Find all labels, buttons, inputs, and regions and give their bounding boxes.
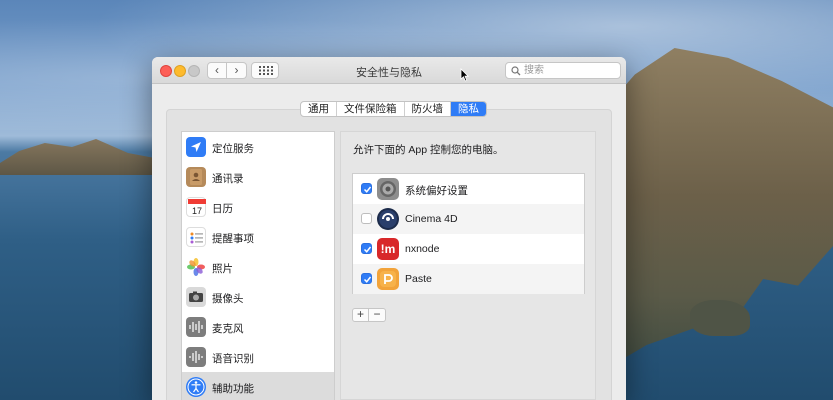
sidebar-item-microphone[interactable]: 麦克风: [182, 312, 334, 342]
app-checkbox[interactable]: [361, 243, 372, 254]
app-row-paste[interactable]: Paste: [353, 264, 584, 294]
sidebar-item-label: 辅助功能: [212, 383, 254, 395]
add-remove-buttons: + −: [352, 308, 386, 322]
app-row-system-preferences[interactable]: 系统偏好设置: [353, 174, 584, 204]
checkmark-icon: [363, 246, 372, 253]
sidebar-item-label: 摄像头: [212, 293, 244, 305]
checkmark-icon: [363, 276, 372, 283]
sidebar-item-speech-recognition[interactable]: 语音识别: [182, 342, 334, 372]
remove-app-button[interactable]: −: [369, 308, 386, 322]
app-name: Paste: [405, 273, 432, 285]
app-checkbox[interactable]: [361, 273, 372, 284]
mouse-pointer-icon: [460, 68, 469, 82]
tab-firewall[interactable]: 防火墙: [405, 102, 451, 116]
app-name: Cinema 4D: [405, 213, 458, 225]
tab-general[interactable]: 通用: [301, 102, 337, 116]
checkmark-icon: [363, 186, 372, 193]
add-app-button[interactable]: +: [352, 308, 369, 322]
sidebar-item-label: 定位服务: [212, 143, 254, 155]
calendar-day-number: 17: [192, 206, 202, 216]
sidebar-item-label: 语音识别: [212, 353, 254, 365]
desktop-island-left: [0, 139, 160, 175]
accessibility-pane: 允许下面的 App 控制您的电脑。 系统偏好设置 Cinema 4D !m nx…: [340, 131, 596, 400]
reminders-icon: [186, 227, 206, 247]
sidebar-item-camera[interactable]: 摄像头: [182, 282, 334, 312]
paste-icon: [377, 268, 399, 290]
preferences-window: ‹ › 安全性与隐私 通用 文件保险箱 防火墙: [152, 57, 626, 400]
desktop-rock: [690, 300, 750, 336]
search-input[interactable]: [524, 64, 616, 77]
microphone-icon: [186, 317, 206, 337]
calendar-icon: 17: [186, 197, 206, 217]
sidebar-item-label: 麦克风: [212, 323, 244, 335]
tab-bar: 通用 文件保险箱 防火墙 隐私: [300, 101, 487, 117]
app-list: 系统偏好设置 Cinema 4D !m nxnode Paste: [352, 173, 585, 294]
app-checkbox[interactable]: [361, 213, 372, 224]
speech-waveform-icon: [186, 347, 206, 367]
photos-icon: [186, 257, 206, 277]
sidebar-item-contacts[interactable]: 通讯录: [182, 162, 334, 192]
contacts-book-icon: [186, 167, 206, 187]
privacy-category-list: 定位服务 通讯录 17 日历 提醒事项 照片 摄像头 麦克风 语音识别 辅助功能: [181, 131, 335, 400]
tab-privacy[interactable]: 隐私: [451, 102, 486, 116]
app-checkbox[interactable]: [361, 183, 372, 194]
sidebar-item-reminders[interactable]: 提醒事项: [182, 222, 334, 252]
camera-icon: [186, 287, 206, 307]
app-row-nxnode[interactable]: !m nxnode: [353, 234, 584, 264]
tab-filevault[interactable]: 文件保险箱: [337, 102, 405, 116]
sidebar-item-label: 通讯录: [212, 173, 244, 185]
app-row-cinema-4d[interactable]: Cinema 4D: [353, 204, 584, 234]
sidebar-item-label: 日历: [212, 203, 233, 215]
system-preferences-gear-icon: [377, 178, 399, 200]
nxnode-icon: !m: [377, 238, 399, 260]
titlebar: ‹ › 安全性与隐私: [152, 57, 626, 84]
sidebar-item-photos[interactable]: 照片: [182, 252, 334, 282]
pane-description: 允许下面的 App 控制您的电脑。: [353, 144, 504, 156]
cinema4d-icon: [377, 208, 399, 230]
search-field[interactable]: [505, 62, 621, 79]
accessibility-icon: [186, 377, 206, 397]
sidebar-item-label: 照片: [212, 263, 233, 275]
sidebar-item-calendar[interactable]: 17 日历: [182, 192, 334, 222]
sidebar-item-location[interactable]: 定位服务: [182, 132, 334, 162]
location-arrow-icon: [186, 137, 206, 157]
app-name: 系统偏好设置: [405, 185, 468, 197]
sidebar-item-accessibility[interactable]: 辅助功能: [182, 372, 334, 400]
search-icon: [511, 66, 521, 76]
app-name: nxnode: [405, 243, 440, 255]
sidebar-item-label: 提醒事项: [212, 233, 254, 245]
